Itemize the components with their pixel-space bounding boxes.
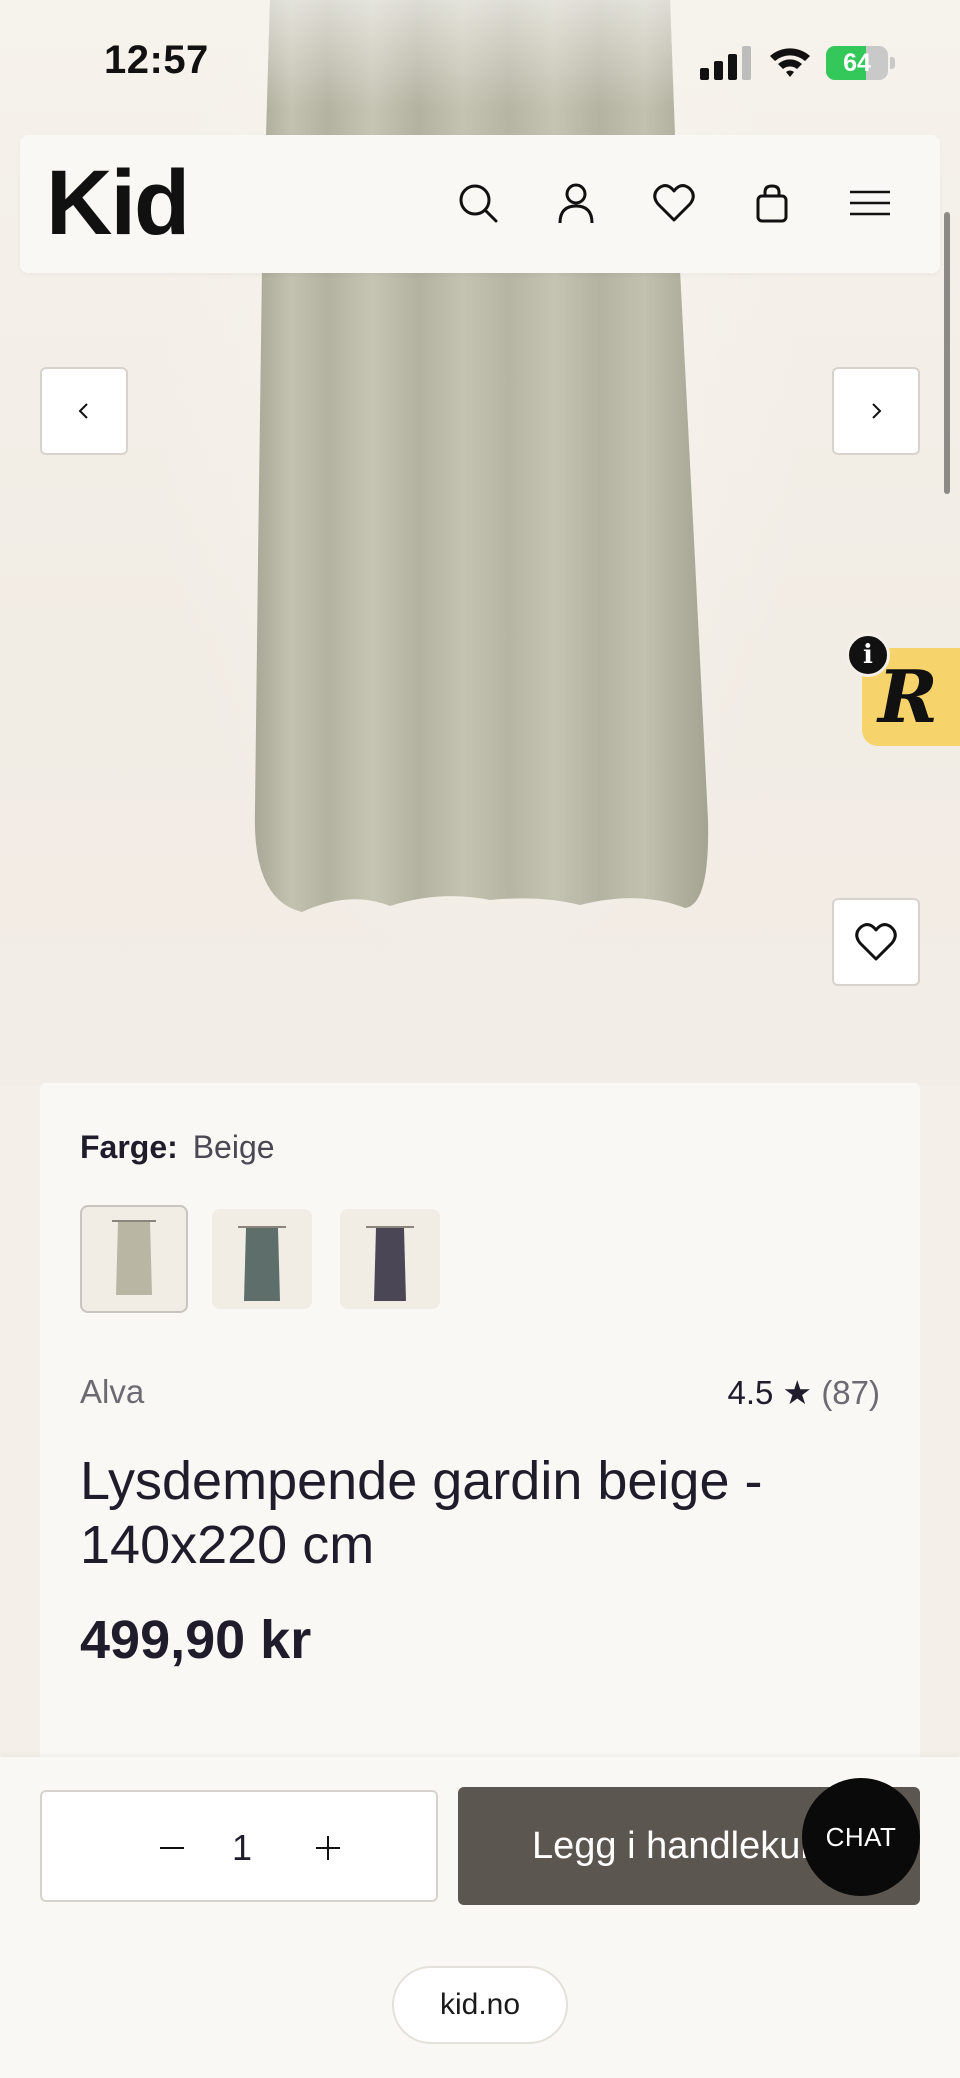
site-header: Kid	[20, 135, 940, 273]
quantity-stepper: 1	[40, 1790, 438, 1902]
product-info-panel: Farge: Beige Alva 4.5 ★ (87) Lysdempende…	[40, 1083, 920, 1783]
minus-icon	[160, 1847, 184, 1849]
chevron-right-icon	[872, 403, 882, 419]
heart-icon	[855, 923, 897, 961]
rating-value: 4.5	[727, 1374, 774, 1411]
color-swatch-green[interactable]	[212, 1209, 312, 1309]
account-icon[interactable]	[548, 175, 604, 231]
add-to-wishlist-button[interactable]	[832, 898, 920, 986]
page-scrollbar[interactable]	[944, 212, 950, 494]
battery-indicator: 64	[826, 46, 896, 80]
battery-level: 64	[843, 49, 871, 77]
quantity-value[interactable]: 1	[202, 1820, 282, 1876]
status-time: 12:57	[104, 38, 209, 82]
color-swatch-purple[interactable]	[340, 1209, 440, 1309]
quantity-decrease-button[interactable]	[144, 1820, 200, 1876]
add-to-cart-label: Legg i handlekurv	[532, 1825, 832, 1867]
chevron-left-icon	[78, 403, 88, 419]
status-bar: 12:57 64	[0, 0, 960, 130]
quantity-increase-button[interactable]	[300, 1820, 356, 1876]
browser-url-bar[interactable]: kid.no	[392, 1966, 568, 2044]
cart-icon[interactable]	[744, 175, 800, 231]
wifi-icon	[770, 48, 810, 77]
star-icon: ★	[782, 1374, 813, 1411]
plus-icon	[316, 1836, 340, 1860]
menu-icon[interactable]	[842, 175, 898, 231]
color-value: Beige	[192, 1129, 275, 1165]
cellular-signal-icon	[700, 46, 751, 80]
info-icon[interactable]: i	[846, 633, 890, 677]
color-selector-label: Farge: Beige	[80, 1129, 275, 1166]
gallery-prev-button[interactable]	[40, 367, 128, 455]
wishlist-icon[interactable]	[646, 175, 702, 231]
chat-button[interactable]: CHAT	[802, 1778, 920, 1896]
product-brand[interactable]: Alva	[80, 1373, 144, 1411]
product-price: 499,90 kr	[80, 1610, 312, 1670]
site-logo[interactable]: Kid	[46, 157, 190, 249]
product-title: Lysdempende gardin beige - 140x220 cm	[80, 1451, 763, 1575]
product-rating[interactable]: 4.5 ★ (87)	[728, 1373, 881, 1412]
gallery-next-button[interactable]	[832, 367, 920, 455]
search-icon[interactable]	[450, 175, 506, 231]
color-swatch-beige[interactable]	[80, 1205, 188, 1313]
color-label: Farge:	[80, 1129, 178, 1165]
review-count: (87)	[821, 1374, 880, 1411]
